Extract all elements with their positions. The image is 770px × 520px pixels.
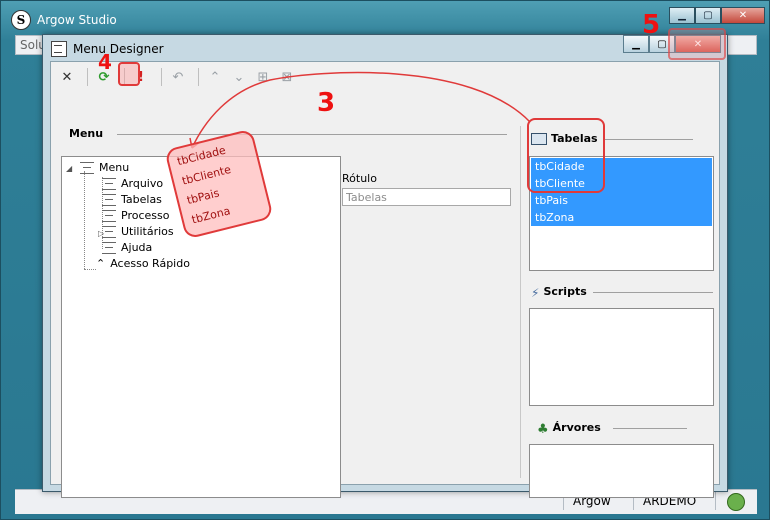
annotation-toolbar-ring xyxy=(118,62,140,86)
callout-item: tbZona xyxy=(190,204,232,227)
annotation-close-ring xyxy=(668,28,726,60)
annotation-step-5: 5 xyxy=(642,10,661,40)
annotation-step-3: 3 xyxy=(317,88,336,118)
callout-item: tbCliente xyxy=(180,162,233,188)
callout-item: tbPais xyxy=(185,186,221,208)
annotation-step-4: 4 xyxy=(98,50,112,74)
annotation-selection-ring xyxy=(527,118,605,193)
annotation-overlay xyxy=(189,71,531,149)
